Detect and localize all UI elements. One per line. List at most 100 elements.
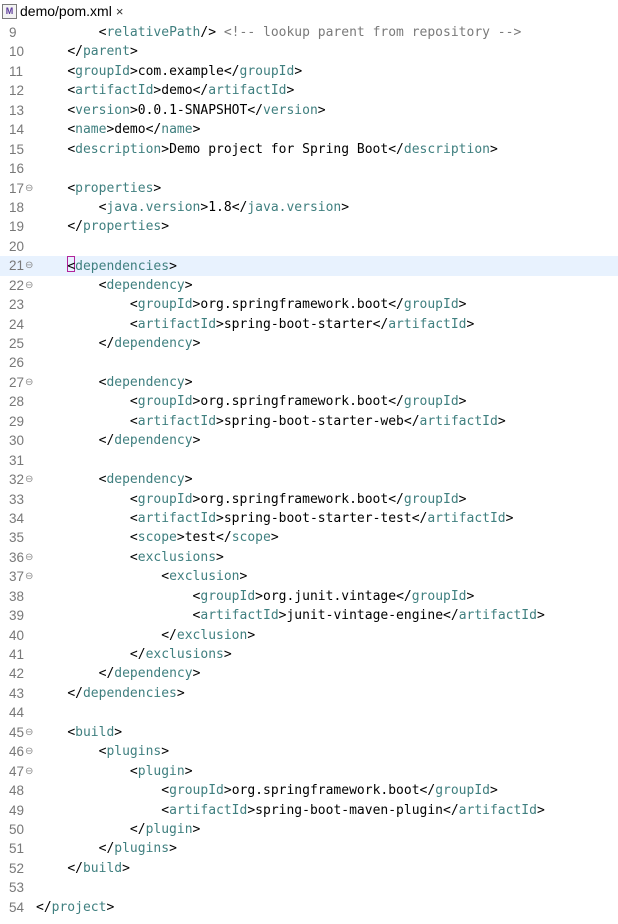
code-line[interactable]: 33 <groupId>org.springframework.boot</gr… (0, 490, 618, 509)
code-line[interactable]: 39 <artifactId>junit-vintage-engine</art… (0, 606, 618, 625)
tag-bracket: > (114, 724, 123, 740)
fold-toggle-icon[interactable]: ⊖ (25, 256, 33, 275)
close-icon[interactable]: × (116, 4, 124, 19)
fold-toggle-icon[interactable]: ⊖ (25, 179, 33, 198)
tag-bracket: < (67, 259, 76, 275)
tab-pom-xml[interactable]: M demo/pom.xml × (0, 0, 129, 22)
code-line[interactable]: 31 (0, 451, 618, 470)
text-value: spring-boot-starter (223, 316, 373, 332)
code-line[interactable]: 32 ⊖ <dependency> (0, 470, 618, 489)
code-text: <groupId>org.springframework.boot</group… (36, 392, 467, 411)
fold-toggle-icon[interactable]: ⊖ (25, 762, 33, 781)
line-number: 10 (9, 44, 25, 60)
code-line[interactable]: 45 ⊖ <build> (0, 723, 618, 742)
code-line[interactable]: 12 <artifactId>demo</artifactId> (0, 81, 618, 100)
tag-name: relativePath (106, 25, 201, 40)
code-line[interactable]: 44 (0, 703, 618, 722)
code-line[interactable]: 16 (0, 159, 618, 178)
tag-name: groupId (403, 297, 459, 313)
tag-bracket: > (184, 277, 193, 293)
code-line[interactable]: 22 ⊖ <dependency> (0, 276, 618, 295)
tag-name: plugins (114, 841, 170, 857)
code-line[interactable]: 17 ⊖ <properties> (0, 179, 618, 198)
code-line[interactable]: 53 (0, 878, 618, 897)
tag-bracket: > (458, 394, 467, 410)
code-line[interactable]: 29 <artifactId>spring-boot-starter-web</… (0, 412, 618, 431)
code-line[interactable]: 28 <groupId>org.springframework.boot</gr… (0, 392, 618, 411)
code-line[interactable]: 52 </build> (0, 859, 618, 878)
code-line[interactable]: 26 (0, 353, 618, 372)
code-line[interactable]: 25 </dependency> (0, 334, 618, 353)
code-editor[interactable]: 9 <relativePath/> <!-- lookup parent fro… (0, 23, 618, 917)
tag-bracket: > (216, 316, 224, 332)
code-line[interactable]: 48 <groupId>org.springframework.boot</gr… (0, 781, 618, 800)
code-line[interactable]: 21 ⊖ <dependencies> (0, 256, 618, 276)
code-text: <relativePath/> <!-- lookup parent from … (36, 23, 522, 42)
code-line[interactable]: 54 </project> (0, 898, 618, 917)
code-line[interactable]: 15 <description>Demo project for Spring … (0, 140, 618, 159)
code-line[interactable]: 24 <artifactId>spring-boot-starter</arti… (0, 315, 618, 334)
code-line[interactable]: 42 </dependency> (0, 664, 618, 683)
code-text: <dependency> (36, 470, 193, 489)
code-line[interactable]: 19 </properties> (0, 217, 618, 236)
tag-name: groupId (403, 394, 459, 410)
code-line[interactable]: 30 </dependency> (0, 431, 618, 450)
code-line[interactable]: 47 ⊖ <plugin> (0, 762, 618, 781)
tag-bracket: < (129, 316, 138, 332)
tag-bracket: < (67, 83, 76, 99)
text-value: org.springframework.boot (231, 783, 420, 799)
code-text: <properties> (36, 179, 161, 198)
fold-toggle-icon[interactable]: ⊖ (25, 742, 33, 761)
code-line[interactable]: 10 </parent> (0, 42, 618, 61)
tag-bracket: > (192, 122, 201, 138)
tag-bracket: </ (403, 413, 420, 429)
code-line[interactable]: 35 <scope>test</scope> (0, 528, 618, 547)
tag-bracket: > (341, 199, 350, 215)
code-line[interactable]: 9 <relativePath/> <!-- lookup parent fro… (0, 23, 618, 42)
code-line[interactable]: 27 ⊖ <dependency> (0, 373, 618, 392)
fold-toggle-icon[interactable]: ⊖ (25, 276, 33, 295)
code-line[interactable]: 20 (0, 237, 618, 256)
code-line[interactable]: 37 ⊖ <exclusion> (0, 567, 618, 586)
xml-comment: <!-- lookup parent from repository --> (223, 25, 522, 40)
tag-bracket: < (129, 413, 138, 429)
code-line[interactable]: 49 <artifactId>spring-boot-maven-plugin<… (0, 801, 618, 820)
code-line[interactable]: 50 </plugin> (0, 820, 618, 839)
code-line[interactable]: 41 </exclusions> (0, 645, 618, 664)
line-number: 31 (9, 452, 25, 468)
code-line[interactable]: 23 <groupId>org.springframework.boot</gr… (0, 295, 618, 314)
text-value: 1.8 (208, 199, 232, 215)
tag-name: artifactId (427, 510, 506, 526)
fold-toggle-icon[interactable]: ⊖ (25, 567, 33, 586)
tag-bracket: > (129, 102, 138, 118)
fold-toggle-icon[interactable]: ⊖ (25, 470, 33, 489)
tag-bracket: </ (145, 122, 162, 138)
tag-bracket: </ (36, 899, 52, 915)
code-line[interactable]: 34 <artifactId>spring-boot-starter-test<… (0, 509, 618, 528)
tag-name: dependencies (82, 685, 177, 701)
tag-name: description (75, 141, 162, 157)
code-line[interactable]: 40 </exclusion> (0, 626, 618, 645)
tag-name: version (263, 102, 318, 118)
line-number: 42 (9, 666, 25, 682)
fold-toggle-icon[interactable]: ⊖ (25, 723, 33, 742)
tag-bracket: > (129, 63, 138, 79)
code-line[interactable]: 14 <name>demo</name> (0, 120, 618, 139)
code-text: <scope>test</scope> (36, 528, 279, 547)
line-number: 25 (9, 336, 25, 351)
code-line[interactable]: 46 ⊖ <plugins> (0, 742, 618, 761)
code-text: <version>0.0.1-SNAPSHOT</version> (36, 101, 325, 120)
line-number: 9 (9, 25, 17, 40)
tag-bracket: </ (223, 63, 240, 79)
code-line[interactable]: 36 ⊖ <exclusions> (0, 548, 618, 567)
code-line[interactable]: 43 </dependencies> (0, 684, 618, 703)
fold-toggle-icon[interactable]: ⊖ (25, 548, 33, 567)
tag-bracket: </ (98, 433, 115, 449)
code-line[interactable]: 51 </plugins> (0, 839, 618, 858)
code-line[interactable]: 18 <java.version>1.8</java.version> (0, 198, 618, 217)
code-line[interactable]: 38 <groupId>org.junit.vintage</groupId> (0, 587, 618, 606)
tag-bracket: < (129, 549, 138, 565)
code-line[interactable]: 13 <version>0.0.1-SNAPSHOT</version> (0, 101, 618, 120)
code-line[interactable]: 11 <groupId>com.example</groupId> (0, 62, 618, 81)
fold-toggle-icon[interactable]: ⊖ (25, 373, 33, 392)
